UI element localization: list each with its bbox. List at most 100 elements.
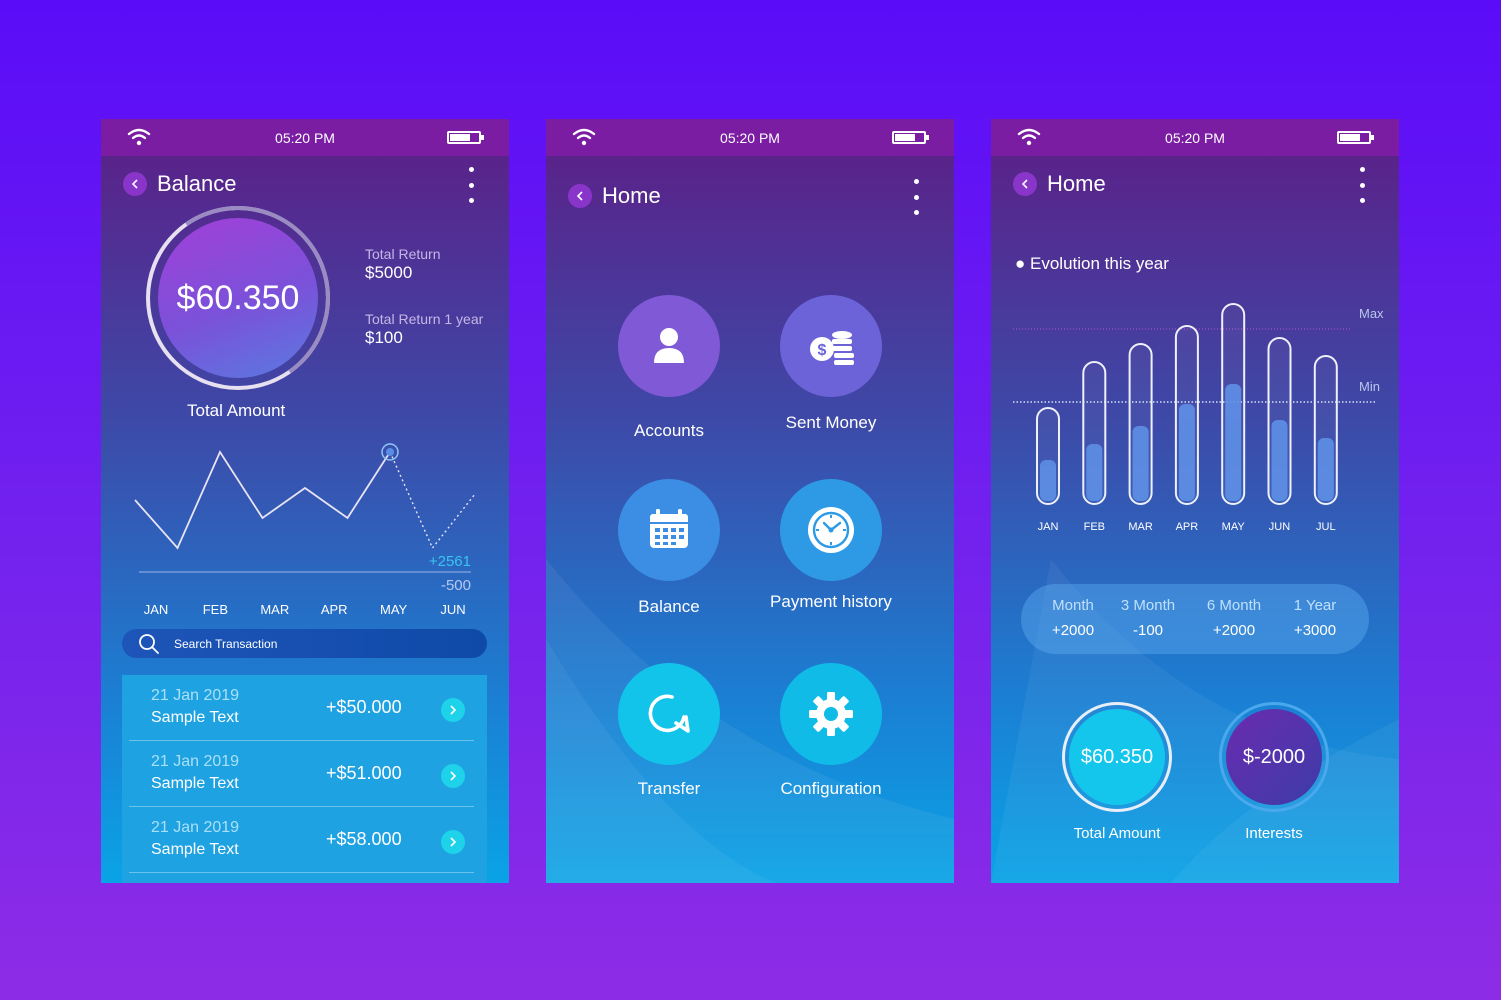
clock-icon <box>808 507 854 553</box>
range-label: 1 Year <box>1293 597 1337 614</box>
bar-category-label: JAN <box>1038 521 1059 533</box>
line-series-projection <box>389 451 476 550</box>
dot-icon <box>913 210 919 215</box>
range-label: Month <box>1052 597 1094 614</box>
range-value: +2000 <box>1212 622 1256 639</box>
transaction-amount: +$50.000 <box>326 697 402 717</box>
gear-icon <box>809 692 853 736</box>
bar-value <box>1132 426 1149 501</box>
battery-icon <box>447 131 484 144</box>
sent-money-button[interactable]: $ <box>780 295 882 397</box>
wifi-icon <box>127 128 151 146</box>
background-wave <box>546 559 954 883</box>
dot-icon <box>1359 182 1365 188</box>
chevron-left-icon <box>1021 179 1028 189</box>
interests-value: $-2000 <box>1242 745 1306 768</box>
max-label: Max <box>1359 306 1384 321</box>
chevron-left-icon <box>576 191 583 201</box>
total-amount-value: $60.350 <box>1080 745 1154 768</box>
interests-label: Interests <box>1245 825 1303 842</box>
range-month[interactable]: Month +2000 <box>1052 597 1094 639</box>
page-title: Balance <box>157 171 237 196</box>
home-menu-screen: 05:20 PM Home Accounts $ Sent Money Bala… <box>546 119 954 883</box>
back-button[interactable] <box>568 184 592 208</box>
evolution-bar-chart: Max Min JAN FEB MAR APR MAY JUN JUL <box>1013 303 1384 533</box>
payment-history-button[interactable] <box>780 479 882 581</box>
bar-value <box>1271 420 1288 501</box>
bar-category-label: APR <box>1176 521 1199 533</box>
total-amount-circle: $60.350 <box>1069 709 1165 805</box>
transaction-row[interactable]: 21 Jan 2019 Sample Text +$50.000 <box>129 675 474 741</box>
configuration-label: Configuration <box>780 779 882 798</box>
wifi-icon <box>1017 128 1041 146</box>
total-amount-circle: $60.350 <box>158 218 318 378</box>
range-value: -100 <box>1132 622 1164 639</box>
transaction-amount: +$51.000 <box>326 763 402 783</box>
screen-header: Home <box>568 183 661 209</box>
more-menu-button[interactable] <box>466 167 476 203</box>
chart-month-axis: JAN FEB MAR APR MAY JUN <box>139 602 479 620</box>
coins-icon: $ <box>810 331 854 365</box>
page-title: Home <box>602 183 661 208</box>
sent-money-label: Sent Money <box>785 413 877 432</box>
transfer-button[interactable] <box>618 663 720 765</box>
more-menu-button[interactable] <box>1357 167 1367 203</box>
total-return-label: Total Return <box>365 246 441 262</box>
balance-button[interactable] <box>618 479 720 581</box>
chevron-left-icon <box>131 179 138 189</box>
bar-category-label: JUN <box>1269 521 1290 533</box>
bar-value <box>1086 444 1103 501</box>
status-time: 05:20 PM <box>275 129 335 146</box>
page-title: Home <box>1047 171 1106 196</box>
total-amount-label: Total Amount <box>187 401 286 420</box>
bar-value <box>1178 404 1195 501</box>
month-tick-label: JAN <box>143 602 169 617</box>
accounts-button[interactable] <box>618 295 720 397</box>
transfer-label: Transfer <box>637 779 701 798</box>
month-tick-label: MAR <box>260 602 290 617</box>
status-bar: 05:20 PM <box>546 119 954 156</box>
chevron-right-icon <box>450 771 457 781</box>
range-summary: Month +2000 3 Month -100 6 Month +2000 1… <box>1021 584 1369 654</box>
range-6-month[interactable]: 6 Month +2000 <box>1207 597 1261 639</box>
min-label: Min <box>1359 379 1380 394</box>
more-menu-button[interactable] <box>911 179 921 215</box>
transaction-row[interactable]: 21 Jan 2019 Sample Text +$58.000 <box>129 807 474 873</box>
svg-text:$: $ <box>818 342 827 359</box>
range-label: 3 Month <box>1120 597 1176 614</box>
wifi-icon <box>572 128 596 146</box>
user-icon <box>654 328 684 363</box>
transaction-date: 21 Jan 2019 <box>151 687 240 704</box>
transaction-text: Sample Text <box>151 775 239 792</box>
chart-title-text: Evolution this year <box>1030 254 1169 273</box>
transaction-amount: +$58.000 <box>326 829 402 849</box>
highlight-marker <box>386 448 394 456</box>
search-input[interactable] <box>174 636 434 651</box>
search-bar[interactable] <box>122 629 487 658</box>
transaction-open-button[interactable] <box>441 764 465 788</box>
back-button[interactable] <box>123 172 147 196</box>
total-amount-ring: $60.350 <box>1062 702 1172 812</box>
balance-screen: 05:20 PM Balance $60.350 Total Amount To… <box>101 119 509 883</box>
back-button[interactable] <box>1013 172 1037 196</box>
dot-icon <box>468 198 474 203</box>
status-bar: 05:20 PM <box>101 119 509 156</box>
bar-value <box>1317 438 1334 501</box>
battery-icon <box>892 131 929 144</box>
configuration-button[interactable] <box>780 663 882 765</box>
range-1-year[interactable]: 1 Year +3000 <box>1294 597 1337 639</box>
transaction-open-button[interactable] <box>441 698 465 722</box>
chevron-right-icon <box>450 705 457 715</box>
transaction-open-button[interactable] <box>441 830 465 854</box>
status-bar: 05:20 PM <box>991 119 1399 156</box>
chart-minus-annotation: -500 <box>440 577 471 594</box>
interests-ring: $-2000 <box>1219 702 1329 812</box>
transaction-row[interactable]: 21 Jan 2019 Sample Text +$51.000 <box>129 741 474 807</box>
transaction-date: 21 Jan 2019 <box>151 753 240 770</box>
chevron-right-icon <box>450 837 457 847</box>
bar-category-label: JUL <box>1316 521 1336 533</box>
calendar-icon <box>650 509 688 548</box>
dot-icon <box>913 179 919 184</box>
total-return-year-value: $100 <box>365 328 403 347</box>
range-3-month[interactable]: 3 Month -100 <box>1121 597 1175 639</box>
